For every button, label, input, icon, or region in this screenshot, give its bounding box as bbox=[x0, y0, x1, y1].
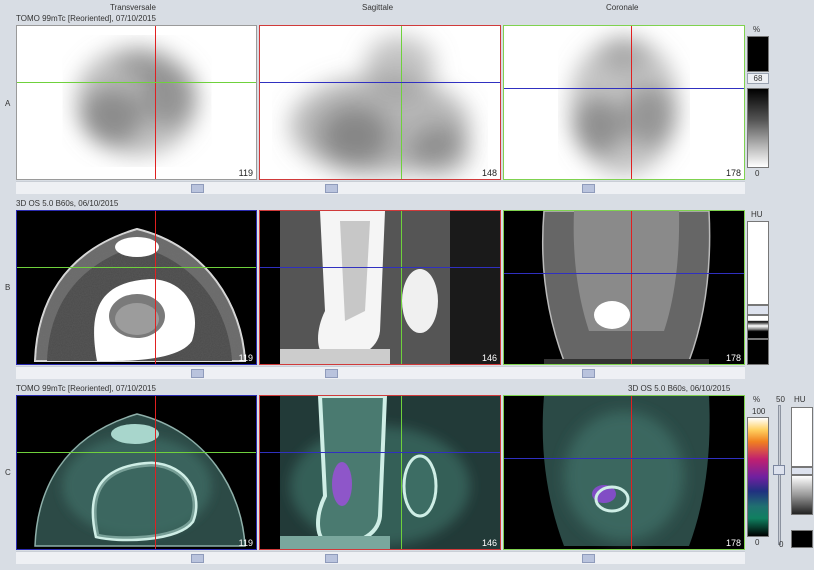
row-c-series-label-right: 3D OS 5.0 B60s, 06/10/2015 bbox=[628, 384, 731, 393]
row-a-scrollbar-track[interactable] bbox=[16, 181, 745, 194]
spect-coronal-image bbox=[569, 36, 679, 176]
column-header-transverse: Transversale bbox=[110, 3, 156, 12]
slice-number: 119 bbox=[238, 538, 253, 548]
colorbar-c-hu-unit: HU bbox=[794, 395, 806, 404]
ct-sagittal-image bbox=[260, 211, 500, 364]
viewport-a-sagittal[interactable]: 148 bbox=[259, 25, 501, 180]
row-b-scrollbar-track[interactable] bbox=[16, 366, 745, 379]
colorbar-a-min: 0 bbox=[755, 169, 760, 178]
spect-sagittal-image bbox=[290, 36, 470, 176]
column-header-sagittal: Sagittale bbox=[362, 3, 394, 12]
slice-number: 178 bbox=[725, 538, 741, 548]
colorbar-a-upper bbox=[747, 36, 769, 72]
scroll-thumb-sagittal[interactable] bbox=[325, 184, 338, 193]
viewport-c-sagittal[interactable]: 146 bbox=[259, 395, 501, 550]
colorbar-c-unit: % bbox=[753, 395, 761, 404]
slice-number: 119 bbox=[238, 353, 253, 363]
colorbar-a-value[interactable]: 68 bbox=[747, 73, 769, 84]
slice-number: 178 bbox=[725, 353, 741, 363]
blend-slider-track[interactable] bbox=[778, 405, 781, 545]
row-c-series-label-left: TOMO 99mTc [Reoriented], 07/10/2015 bbox=[16, 384, 156, 393]
row-a-series-label: TOMO 99mTc [Reoriented], 07/10/2015 bbox=[16, 14, 156, 23]
slice-number: 148 bbox=[481, 168, 497, 178]
blend-slider-label: 50 bbox=[776, 395, 785, 404]
fusion-coronal-image bbox=[542, 396, 710, 546]
fusion-transverse-image bbox=[34, 413, 246, 547]
row-c-scrollbar-track[interactable] bbox=[16, 551, 745, 564]
colorbar-c-hu-lower bbox=[791, 530, 813, 548]
colorbar-a-unit: % bbox=[753, 25, 761, 34]
viewport-c-transverse[interactable]: 119 bbox=[16, 395, 257, 550]
colorbar-c-hu-min: 0 bbox=[779, 540, 784, 549]
viewport-b-sagittal[interactable]: 146 bbox=[259, 210, 501, 365]
scroll-thumb-coronal[interactable] bbox=[582, 184, 595, 193]
viewport-a-coronal[interactable]: 178 bbox=[503, 25, 745, 180]
slice-number: 146 bbox=[481, 353, 497, 363]
scroll-thumb-coronal[interactable] bbox=[582, 369, 595, 378]
slice-number: 119 bbox=[238, 168, 253, 178]
colorbar-b-unit: HU bbox=[751, 210, 763, 219]
row-c-label: C bbox=[5, 468, 11, 477]
scroll-thumb-transverse[interactable] bbox=[191, 369, 204, 378]
blend-slider-thumb[interactable] bbox=[773, 465, 785, 475]
colorbar-a-gradient[interactable] bbox=[747, 88, 769, 168]
colorbar-c-max: 100 bbox=[752, 407, 766, 416]
ct-coronal-image bbox=[541, 211, 711, 364]
colorbar-c-hu-gradient[interactable] bbox=[791, 475, 813, 515]
slice-number: 178 bbox=[725, 168, 741, 178]
colorbar-b-lower bbox=[747, 339, 769, 365]
scroll-thumb-coronal[interactable] bbox=[582, 554, 595, 563]
colorbar-c-min: 0 bbox=[755, 538, 760, 547]
colorbar-c-hu-upper bbox=[791, 407, 813, 467]
row-b-series-label: 3D OS 5.0 B60s, 06/10/2015 bbox=[16, 199, 119, 208]
viewport-b-coronal[interactable]: 178 bbox=[503, 210, 745, 365]
viewport-a-transverse[interactable]: 119 bbox=[16, 25, 257, 180]
slice-number: 146 bbox=[481, 538, 497, 548]
fusion-sagittal-image bbox=[260, 396, 500, 549]
viewport-b-transverse[interactable]: 119 bbox=[16, 210, 257, 365]
ct-transverse-image bbox=[33, 227, 247, 362]
colorbar-b-gradient[interactable] bbox=[747, 315, 769, 339]
scroll-thumb-sagittal[interactable] bbox=[325, 554, 338, 563]
scroll-thumb-transverse[interactable] bbox=[191, 554, 204, 563]
colorbar-c-hu-handle[interactable] bbox=[791, 467, 813, 475]
colorbar-b-window-handle[interactable] bbox=[747, 305, 769, 315]
colorbar-c-gradient[interactable] bbox=[747, 417, 769, 537]
scroll-thumb-sagittal[interactable] bbox=[325, 369, 338, 378]
column-header-coronal: Coronale bbox=[606, 3, 639, 12]
row-b-label: B bbox=[5, 283, 11, 292]
viewport-c-coronal[interactable]: 178 bbox=[503, 395, 745, 550]
colorbar-b-upper bbox=[747, 221, 769, 305]
spect-transverse-image bbox=[75, 46, 199, 156]
scroll-thumb-transverse[interactable] bbox=[191, 184, 204, 193]
row-a-label: A bbox=[5, 99, 11, 108]
